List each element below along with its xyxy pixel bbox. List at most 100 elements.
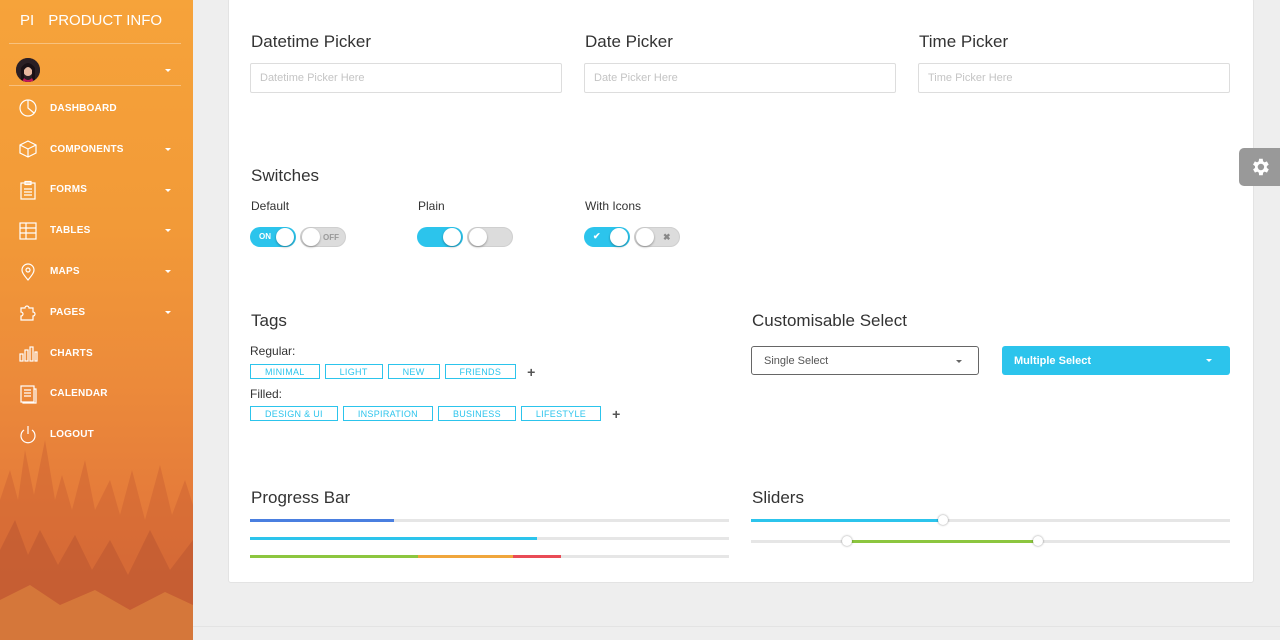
tags-filled-row: DESIGN & UI INSPIRATION BUSINESS LIFESTY… bbox=[250, 406, 620, 421]
tag[interactable]: LIGHT bbox=[324, 364, 383, 379]
tag[interactable]: BUSINESS bbox=[437, 406, 516, 421]
add-tag-button[interactable]: + bbox=[527, 365, 535, 379]
tag[interactable]: NEW bbox=[387, 364, 440, 379]
slider-single-track[interactable] bbox=[751, 515, 1230, 525]
clipboard-icon bbox=[17, 179, 39, 201]
logo[interactable]: PI PRODUCT INFO bbox=[20, 12, 162, 29]
sidebar-item-dashboard[interactable]: DASHBOARD bbox=[0, 88, 193, 129]
switch-default-off[interactable]: OFF bbox=[300, 227, 346, 247]
footer-divider bbox=[193, 626, 1280, 627]
sidebar-item-charts[interactable]: CHARTS bbox=[0, 333, 193, 374]
switch-icons-label: With Icons bbox=[585, 199, 642, 213]
sidebar-item-label: FORMS bbox=[50, 184, 88, 196]
chevron-down-icon bbox=[165, 310, 171, 314]
sidebar-item-label: MAPS bbox=[50, 266, 80, 278]
slider-range-track[interactable] bbox=[751, 536, 1230, 546]
x-icon: ✖ bbox=[663, 232, 671, 242]
sidebar-item-label: TABLES bbox=[50, 225, 91, 237]
tags-regular-label: Regular: bbox=[250, 344, 296, 358]
tag[interactable]: LIFESTYLE bbox=[520, 406, 602, 421]
select-title: Customisable Select bbox=[752, 311, 907, 330]
power-icon bbox=[17, 424, 39, 446]
switch-knob bbox=[610, 228, 628, 246]
user-menu[interactable] bbox=[16, 58, 176, 82]
progress-fill bbox=[250, 555, 418, 558]
gear-icon bbox=[1252, 158, 1269, 176]
time-picker-input[interactable] bbox=[918, 63, 1230, 93]
sidebar: PI PRODUCT INFO DASHBOARD COMPONENTS FOR… bbox=[0, 0, 193, 640]
slider-fill bbox=[751, 519, 943, 522]
puzzle-icon bbox=[17, 301, 39, 323]
sidebar-item-logout[interactable]: LOGOUT bbox=[0, 414, 193, 455]
pie-chart-icon bbox=[17, 97, 39, 119]
tags-regular-row: MINIMAL LIGHT NEW FRIENDS + bbox=[250, 364, 535, 379]
switch-plain-on[interactable] bbox=[417, 227, 463, 247]
sidebar-item-label: DASHBOARD bbox=[50, 102, 117, 114]
logo-mini: PI bbox=[20, 12, 35, 29]
sidebar-item-label: LOGOUT bbox=[50, 429, 94, 441]
chevron-down-icon bbox=[165, 270, 171, 274]
tag[interactable]: DESIGN & UI bbox=[250, 406, 338, 421]
tags-filled-label: Filled: bbox=[250, 387, 283, 401]
progress-bar-3 bbox=[250, 555, 729, 558]
avatar bbox=[16, 58, 40, 82]
sidebar-item-label: COMPONENTS bbox=[50, 143, 124, 155]
sidebar-item-label: CALENDAR bbox=[50, 388, 108, 400]
tag[interactable]: INSPIRATION bbox=[342, 406, 433, 421]
single-select-value: Single Select bbox=[764, 354, 829, 367]
switches-title: Switches bbox=[251, 166, 320, 185]
progress-fill bbox=[513, 555, 562, 558]
sidebar-item-label: CHARTS bbox=[50, 347, 93, 359]
datetime-picker-title: Datetime Picker bbox=[251, 32, 371, 51]
switch-knob bbox=[469, 228, 487, 246]
switch-knob bbox=[276, 228, 294, 246]
chevron-down-icon bbox=[165, 188, 171, 192]
slider-handle[interactable] bbox=[937, 515, 948, 525]
chevron-down-icon bbox=[165, 69, 171, 72]
slider-handle[interactable] bbox=[841, 536, 852, 546]
switch-knob bbox=[443, 228, 461, 246]
switch-on-text: ON bbox=[259, 232, 271, 241]
sidebar-item-pages[interactable]: PAGES bbox=[0, 292, 193, 333]
switch-knob bbox=[302, 228, 320, 246]
progress-fill bbox=[417, 555, 514, 558]
tag[interactable]: MINIMAL bbox=[250, 364, 320, 379]
chevron-down-icon bbox=[1206, 359, 1212, 362]
bar-chart-icon bbox=[17, 342, 39, 364]
switch-plain-label: Plain bbox=[418, 199, 445, 213]
switch-default-label: Default bbox=[251, 199, 290, 213]
switch-icons-off[interactable]: ✖ bbox=[634, 227, 680, 247]
date-picker-input[interactable] bbox=[584, 63, 896, 93]
progress-fill bbox=[250, 519, 394, 522]
chevron-down-icon bbox=[956, 360, 962, 363]
cube-icon bbox=[17, 138, 39, 160]
switch-plain-off[interactable] bbox=[467, 227, 513, 247]
tags-title: Tags bbox=[251, 311, 287, 330]
chevron-down-icon bbox=[165, 147, 171, 151]
sidebar-item-components[interactable]: COMPONENTS bbox=[0, 129, 193, 170]
progress-fill bbox=[250, 537, 538, 540]
calendar-icon bbox=[17, 383, 39, 405]
sidebar-item-tables[interactable]: TABLES bbox=[0, 210, 193, 251]
settings-button[interactable] bbox=[1239, 148, 1280, 186]
table-icon bbox=[17, 220, 39, 242]
single-select[interactable]: Single Select bbox=[751, 346, 979, 375]
switch-knob bbox=[636, 228, 654, 246]
sidebar-item-maps[interactable]: MAPS bbox=[0, 251, 193, 292]
switch-icons-on[interactable]: ✔ bbox=[584, 227, 630, 247]
switch-default-on[interactable]: ON bbox=[250, 227, 296, 247]
datetime-picker-input[interactable] bbox=[250, 63, 562, 93]
tag[interactable]: FRIENDS bbox=[444, 364, 517, 379]
date-picker-title: Date Picker bbox=[585, 32, 673, 51]
sliders-title: Sliders bbox=[752, 488, 804, 507]
sidebar-item-calendar[interactable]: CALENDAR bbox=[0, 374, 193, 415]
add-tag-button[interactable]: + bbox=[612, 407, 620, 421]
progress-title: Progress Bar bbox=[251, 488, 351, 507]
multiple-select[interactable]: Multiple Select bbox=[1002, 346, 1230, 375]
time-picker-title: Time Picker bbox=[919, 32, 1009, 51]
sidebar-divider bbox=[9, 85, 181, 86]
map-pin-icon bbox=[17, 261, 39, 283]
logo-text: PRODUCT INFO bbox=[48, 12, 163, 29]
sidebar-item-label: PAGES bbox=[50, 306, 86, 318]
sidebar-item-forms[interactable]: FORMS bbox=[0, 170, 193, 211]
